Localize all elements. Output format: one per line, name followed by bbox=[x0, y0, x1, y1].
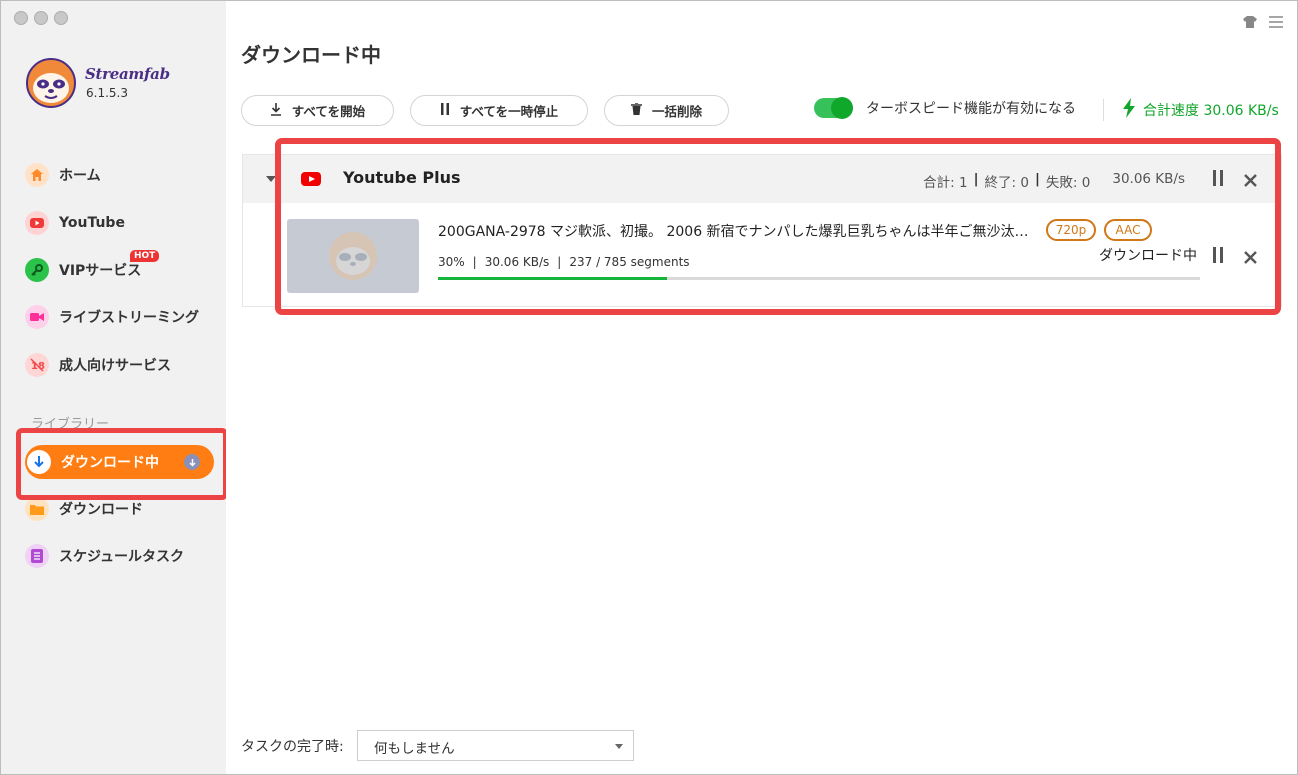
sidebar: Streamfab 6.1.5.3 ホーム YouTube VIPサービス HO… bbox=[1, 1, 228, 774]
top-right-icons bbox=[1243, 13, 1283, 32]
highlight-annotation bbox=[275, 138, 1281, 315]
turbo-speed: ターボスピード機能が有効になる bbox=[814, 97, 1076, 119]
turbo-label: ターボスピード機能が有効になる bbox=[866, 101, 1076, 117]
delete-all-button[interactable]: 一括削除 bbox=[604, 95, 729, 126]
start-all-button[interactable]: すべてを開始 bbox=[241, 95, 394, 126]
pause-all-button[interactable]: すべてを一時停止 bbox=[410, 95, 588, 126]
completion-action-select[interactable]: 何もしません bbox=[357, 730, 634, 761]
divider bbox=[1103, 99, 1104, 121]
main-content: ダウンロード中 すべてを開始 すべてを一時停止 一括削除 ターボスピード機能が有… bbox=[226, 1, 1297, 774]
sidebar-item-label: ダウンロード bbox=[59, 502, 143, 518]
pause-all-label: すべてを一時停止 bbox=[459, 104, 559, 119]
youtube-icon bbox=[25, 211, 49, 235]
camera-icon bbox=[25, 305, 49, 329]
sidebar-item-live-streaming[interactable]: ライブストリーミング bbox=[25, 303, 199, 331]
select-value: 何もしません bbox=[374, 741, 455, 757]
sidebar-item-label: YouTube bbox=[59, 215, 125, 231]
window-controls bbox=[14, 11, 68, 25]
maximize-window-button[interactable] bbox=[54, 11, 68, 25]
home-icon bbox=[25, 163, 49, 187]
start-all-label: すべてを開始 bbox=[291, 104, 366, 119]
sloth-logo-icon bbox=[25, 57, 77, 109]
highlight-annotation bbox=[16, 428, 228, 500]
shirt-icon[interactable] bbox=[1243, 13, 1257, 32]
page-title: ダウンロード中 bbox=[241, 43, 381, 67]
trash-icon bbox=[630, 102, 642, 118]
close-window-button[interactable] bbox=[14, 11, 28, 25]
hot-badge: HOT bbox=[130, 250, 160, 262]
sidebar-item-label: スケジュールタスク bbox=[59, 549, 185, 565]
total-speed: 合計速度 30.06 KB/s bbox=[1123, 98, 1279, 122]
sidebar-item-label: VIPサービス bbox=[59, 263, 142, 279]
brand-name: Streamfab bbox=[85, 65, 170, 83]
minimize-window-button[interactable] bbox=[34, 11, 48, 25]
app-window: Streamfab 6.1.5.3 ホーム YouTube VIPサービス HO… bbox=[0, 0, 1298, 775]
download-icon bbox=[270, 102, 282, 119]
chevron-down-icon bbox=[615, 744, 623, 749]
lightning-icon bbox=[1123, 98, 1135, 122]
sidebar-item-label: 成人向けサービス bbox=[59, 358, 171, 374]
sidebar-item-home[interactable]: ホーム bbox=[25, 161, 101, 189]
pause-icon bbox=[440, 103, 450, 118]
sidebar-item-label: ライブストリーミング bbox=[59, 310, 199, 326]
sidebar-item-label: ホーム bbox=[59, 168, 101, 184]
app-version: 6.1.5.3 bbox=[86, 86, 128, 100]
sidebar-item-youtube[interactable]: YouTube bbox=[25, 209, 125, 237]
folder-icon bbox=[25, 497, 49, 521]
key-icon bbox=[25, 258, 49, 282]
completion-label: タスクの完了時: bbox=[241, 739, 344, 755]
menu-icon[interactable] bbox=[1269, 13, 1283, 32]
turbo-toggle[interactable] bbox=[814, 97, 853, 119]
sidebar-item-schedule[interactable]: スケジュールタスク bbox=[25, 542, 184, 570]
delete-all-label: 一括削除 bbox=[651, 104, 702, 119]
total-speed-text: 合計速度 30.06 KB/s bbox=[1143, 103, 1279, 119]
sidebar-item-adult[interactable]: 18 成人向けサービス bbox=[25, 351, 171, 379]
task-list-icon bbox=[25, 544, 49, 568]
adult-18-icon: 18 bbox=[25, 353, 49, 377]
sidebar-item-vip[interactable]: VIPサービス HOT bbox=[25, 250, 160, 284]
